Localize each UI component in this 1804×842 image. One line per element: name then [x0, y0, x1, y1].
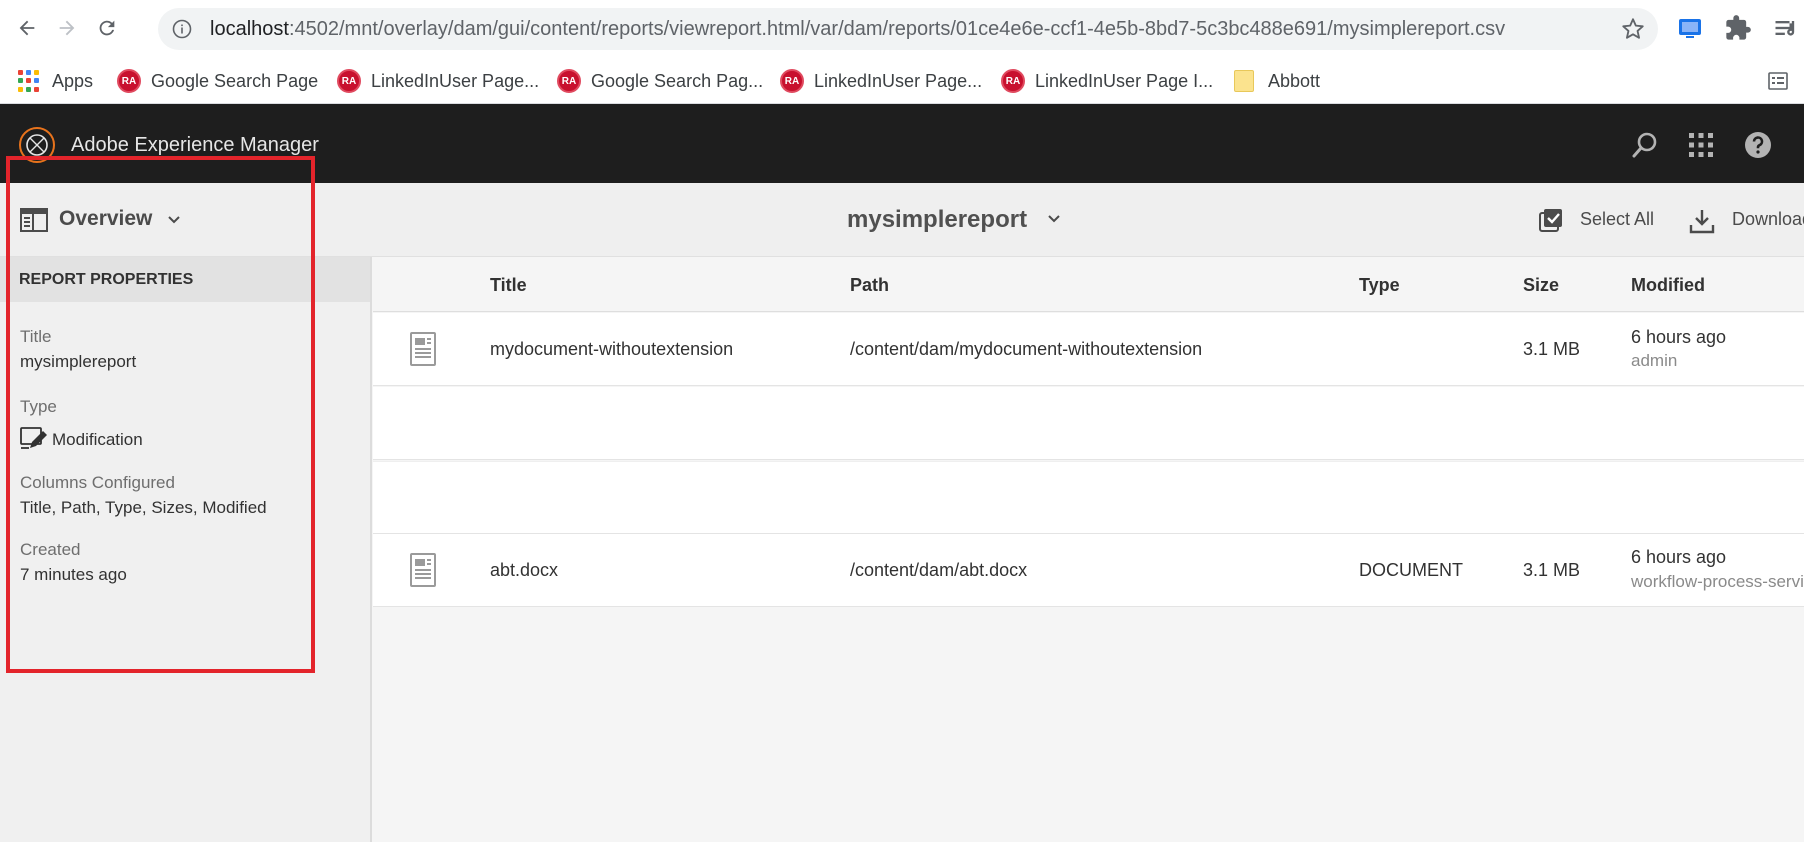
bookmark-google-search-1[interactable]: RA Google Search Page: [117, 67, 318, 95]
url-text: localhost:4502/mnt/overlay/dam/gui/conte…: [210, 18, 1505, 41]
report-table: Title Path Type Size Modified mydocument…: [373, 257, 1804, 842]
select-all-button[interactable]: Select All: [1580, 209, 1654, 230]
ra-icon: RA: [337, 69, 361, 93]
column-header-modified[interactable]: Modified: [1631, 275, 1705, 296]
cell-modified-by: workflow-process-service: [1631, 572, 1804, 591]
table-row-empty: [373, 387, 1804, 460]
arrow-right-icon: [59, 20, 75, 36]
bookmark-linkedin-1[interactable]: RA LinkedInUser Page...: [337, 67, 539, 95]
document-icon: [410, 332, 436, 366]
download-button[interactable]: Download: [1732, 209, 1804, 230]
bookmark-label: Abbott: [1268, 70, 1321, 91]
cell-title: mydocument-withoutextension: [490, 339, 734, 359]
bookmark-label: LinkedInUser Page...: [814, 70, 983, 91]
column-header-path[interactable]: Path: [850, 275, 889, 296]
highlight-annotation-box: [6, 156, 315, 673]
bookmark-label: LinkedInUser Page...: [371, 70, 540, 91]
reading-list-icon[interactable]: [1772, 14, 1800, 42]
chevron-down-icon[interactable]: [1047, 213, 1061, 225]
browser-toolbar: localhost:4502/mnt/overlay/dam/gui/conte…: [0, 0, 1804, 58]
table-row[interactable]: abt.docx /content/dam/abt.docx DOCUMENT …: [373, 534, 1804, 607]
cell-modified: 6 hours ago: [1631, 327, 1727, 347]
bookmark-google-search-2[interactable]: RA Google Search Pag...: [557, 67, 763, 95]
help-icon[interactable]: [1743, 130, 1773, 160]
forward-button[interactable]: [52, 13, 82, 43]
bookmark-label: Google Search Pag...: [591, 70, 764, 91]
download-icon[interactable]: [1688, 207, 1716, 235]
cell-path: /content/dam/mydocument-withoutextension: [850, 339, 1203, 359]
url-path: :4502/mnt/overlay/dam/gui/content/report…: [288, 18, 1506, 40]
table-header: Title Path Type Size Modified: [373, 257, 1804, 312]
column-header-type[interactable]: Type: [1359, 275, 1400, 296]
apps-grid-icon[interactable]: [1686, 130, 1716, 160]
bookmark-abbott-folder[interactable]: Abbott: [1234, 67, 1320, 95]
table-row[interactable]: mydocument-withoutextension /content/dam…: [373, 313, 1804, 386]
document-icon: [410, 553, 436, 587]
ra-icon: RA: [780, 69, 804, 93]
cell-type: DOCUMENT: [1359, 560, 1463, 580]
info-icon: [172, 19, 192, 39]
extensions-puzzle-icon[interactable]: [1724, 14, 1752, 42]
cell-size: 3.1 MB: [1523, 560, 1581, 580]
bookmarks-bar: Apps RA Google Search Page RA LinkedInUs…: [0, 58, 1804, 104]
search-icon[interactable]: [1630, 130, 1660, 160]
bookmark-linkedin-2[interactable]: RA LinkedInUser Page...: [780, 67, 982, 95]
ra-icon: RA: [557, 69, 581, 93]
reload-icon: [99, 20, 115, 36]
extension-screen-icon[interactable]: [1676, 14, 1704, 42]
bookmark-star-icon[interactable]: [1620, 16, 1646, 42]
reading-list-sidebar-icon[interactable]: [1766, 69, 1790, 93]
column-header-size[interactable]: Size: [1523, 275, 1559, 296]
ra-icon: RA: [1001, 69, 1025, 93]
column-header-title[interactable]: Title: [490, 275, 527, 296]
address-bar[interactable]: localhost:4502/mnt/overlay/dam/gui/conte…: [158, 8, 1658, 50]
cell-path: /content/dam/abt.docx: [850, 560, 1028, 580]
folder-icon: [1234, 70, 1254, 92]
bookmark-apps[interactable]: Apps: [18, 67, 93, 95]
table-row-empty: [373, 461, 1804, 534]
cell-size: 3.1 MB: [1523, 339, 1581, 359]
aem-title[interactable]: Adobe Experience Manager: [71, 134, 319, 157]
bookmark-label: LinkedInUser Page I...: [1035, 70, 1214, 91]
back-button[interactable]: [12, 13, 42, 43]
bookmark-label: Apps: [52, 70, 94, 91]
select-all-icon[interactable]: [1538, 207, 1564, 233]
cell-modified-by: admin: [1631, 351, 1678, 370]
cell-title: abt.docx: [490, 560, 559, 580]
bookmark-label: Google Search Page: [151, 70, 319, 91]
report-title[interactable]: mysimplereport: [847, 206, 1027, 234]
ra-icon: RA: [117, 69, 141, 93]
cell-modified: 6 hours ago: [1631, 547, 1727, 567]
arrow-left-icon: [19, 20, 35, 36]
bookmark-linkedin-3[interactable]: RA LinkedInUser Page I...: [1001, 67, 1213, 95]
reload-button[interactable]: [92, 13, 122, 43]
apps-grid-icon: [18, 70, 40, 92]
url-host: localhost: [210, 18, 289, 40]
